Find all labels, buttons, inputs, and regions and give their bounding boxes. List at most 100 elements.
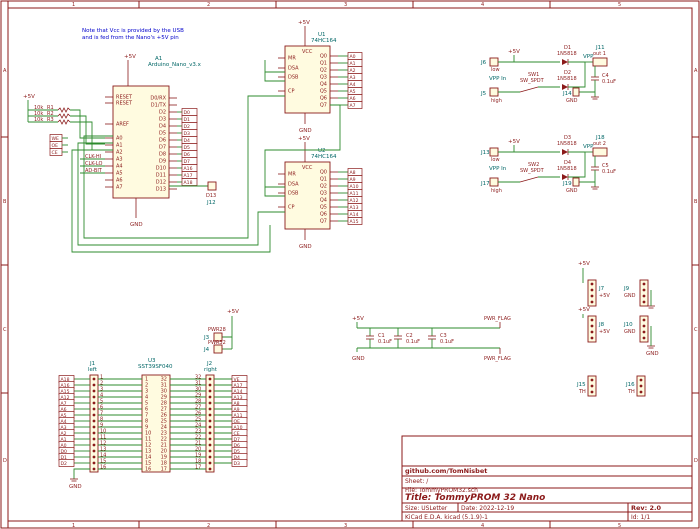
sr-vcc-label: VCC [302,165,313,171]
th-header-ref: J15 [576,382,586,388]
sr-gnd-label: GND [299,244,312,250]
vpp-jgnd-ref: J19 [562,181,572,187]
arduino-nano: +5V A1 Arduino_Nano_v3.x RESETRESETAREFA… [105,54,202,228]
resistor-to-nano [70,109,105,139]
right-header-ref: J10 [623,322,633,328]
sr-right-pin-label: Q7 [320,103,327,109]
vpp-jgnd-body [572,177,580,187]
net-label-text: A8 [350,170,356,176]
j1-pin [92,401,96,405]
nano-left-pin-label: A2 [116,150,123,156]
nano-left-pin-label: A7 [116,185,123,191]
resistor-symbol [57,107,71,113]
sr-power-label: +5V [298,20,310,26]
vpp-d1-value: 1N5818 [557,141,577,147]
vpp-d1-symbol [562,149,568,155]
sr-left-pin-label: DSB [288,191,299,197]
net-label-text: D2 [184,124,191,130]
vpp-d1-symbol [562,59,568,65]
right-header-pin [642,282,646,286]
net-label-text: WE [52,136,60,142]
net-label-text: D3 [184,131,191,137]
nano-left-pin-label: AREF [116,122,129,128]
title-size: Size: USLetter [405,505,448,512]
vpp-switch-symbol [519,176,539,183]
j1-pin [92,467,96,471]
vpp-jgnd-body [572,87,580,97]
sr-right-pin-label: Q1 [320,177,327,183]
pwr-flag-top: PWR_FLAG [484,316,511,322]
j2-pin [208,407,212,411]
net-label-text: A10 [350,184,359,190]
net-label-text: D6 [184,152,191,158]
right-header-pin [642,330,646,334]
nano-right-pin-label: D13 [156,187,166,193]
net-label-text: A14 [350,212,359,218]
nano-right-pin-label: D5 [159,131,166,137]
col-label-bottom: 3 [344,523,347,529]
net-label-text: D7 [184,159,191,165]
nano-right-pin-label: D3 [159,117,166,123]
net-label-text: A4 [350,82,356,88]
vpp-power-label: +5V [508,49,520,55]
sr-right-pin-label: Q3 [320,75,327,81]
j12-ref: J12 [206,200,216,206]
nano-left-pin-label: A4 [116,164,123,170]
j2-pin [208,455,212,459]
j4-value: PWR32 [208,340,226,346]
j2-pin [208,401,212,405]
frame-row-labels: A B C D A B C D [3,68,698,464]
eeprom-section: J1leftU3SST39SF040 J2right+5VJ3PWR28J4PWR… [58,309,248,490]
u1-shift-register: +5VU174HC164VCCMRDSADSBCPQ0 A0Q1 A1Q2 A2Q3 A… [278,20,363,134]
vpp-d1-value: 1N5818 [557,51,577,57]
title-url: github.com/TomNisbet [405,467,487,475]
th-header-pin [639,390,643,394]
j1-pin [92,443,96,447]
th-header-pin [639,384,643,388]
right-header-pin [590,300,594,304]
vpp-switch-value: SW_SPDT [520,78,545,84]
j3-value: PWR28 [208,327,226,333]
right-header-label: GND [624,329,636,335]
j1-pin [92,437,96,441]
net-label-text: A5 [350,89,356,95]
resistor-to-nano [70,115,105,145]
cap-value: 0.1uF [440,339,454,345]
vpp-gnd-label: GND [566,188,578,194]
pwr-flag-bottom: PWR_FLAG [484,356,511,362]
sr-left-pin-label: DSB [288,75,299,81]
vpp-high-label: high [491,188,502,194]
j2-value: right [204,367,218,373]
right-header-pin [590,288,594,292]
net-label-text: A12 [350,198,359,204]
j12-body [207,181,217,191]
cap-power-label: +5V [352,316,364,322]
nano-right-pin-label: D2 [159,110,166,116]
vpp-switch-symbol [519,86,539,93]
left-power-label: +5V [23,94,35,100]
net-label-text: A1 [350,61,356,67]
net-label-text: A16 [184,166,193,172]
right-header-pin [590,330,594,334]
j2-pin [208,467,212,471]
j2-pin [208,461,212,465]
vpp-switch-value: SW_SPDT [520,168,545,174]
vpp-vpp-label: VPP [583,54,594,60]
u3-value: SST39SF040 [138,364,173,370]
sr-left-pin-label: CP [288,89,295,95]
right-header-pin [642,324,646,328]
vpp-power-wire [503,55,515,63]
schematic-canvas: 1 2 3 4 5 1 2 3 4 5 A B C D A B C D Note… [0,0,700,529]
nano-right-pin-label: D4 [159,124,166,130]
vpp-j-high-body [489,177,499,187]
j2-pin [208,425,212,429]
sr-left-pin-label: CP [288,205,295,211]
row-label-left: D [3,458,7,464]
sr-right-pin-label: Q2 [320,184,327,190]
net-label-text: D5 [184,145,191,151]
sr-right-pin-label: Q6 [320,212,327,218]
vpp-jout-body [592,147,608,157]
u3-right-pin-num: 17 [161,467,167,473]
col-label-bottom: 2 [207,523,210,529]
sr-right-pin-label: Q4 [320,82,327,88]
